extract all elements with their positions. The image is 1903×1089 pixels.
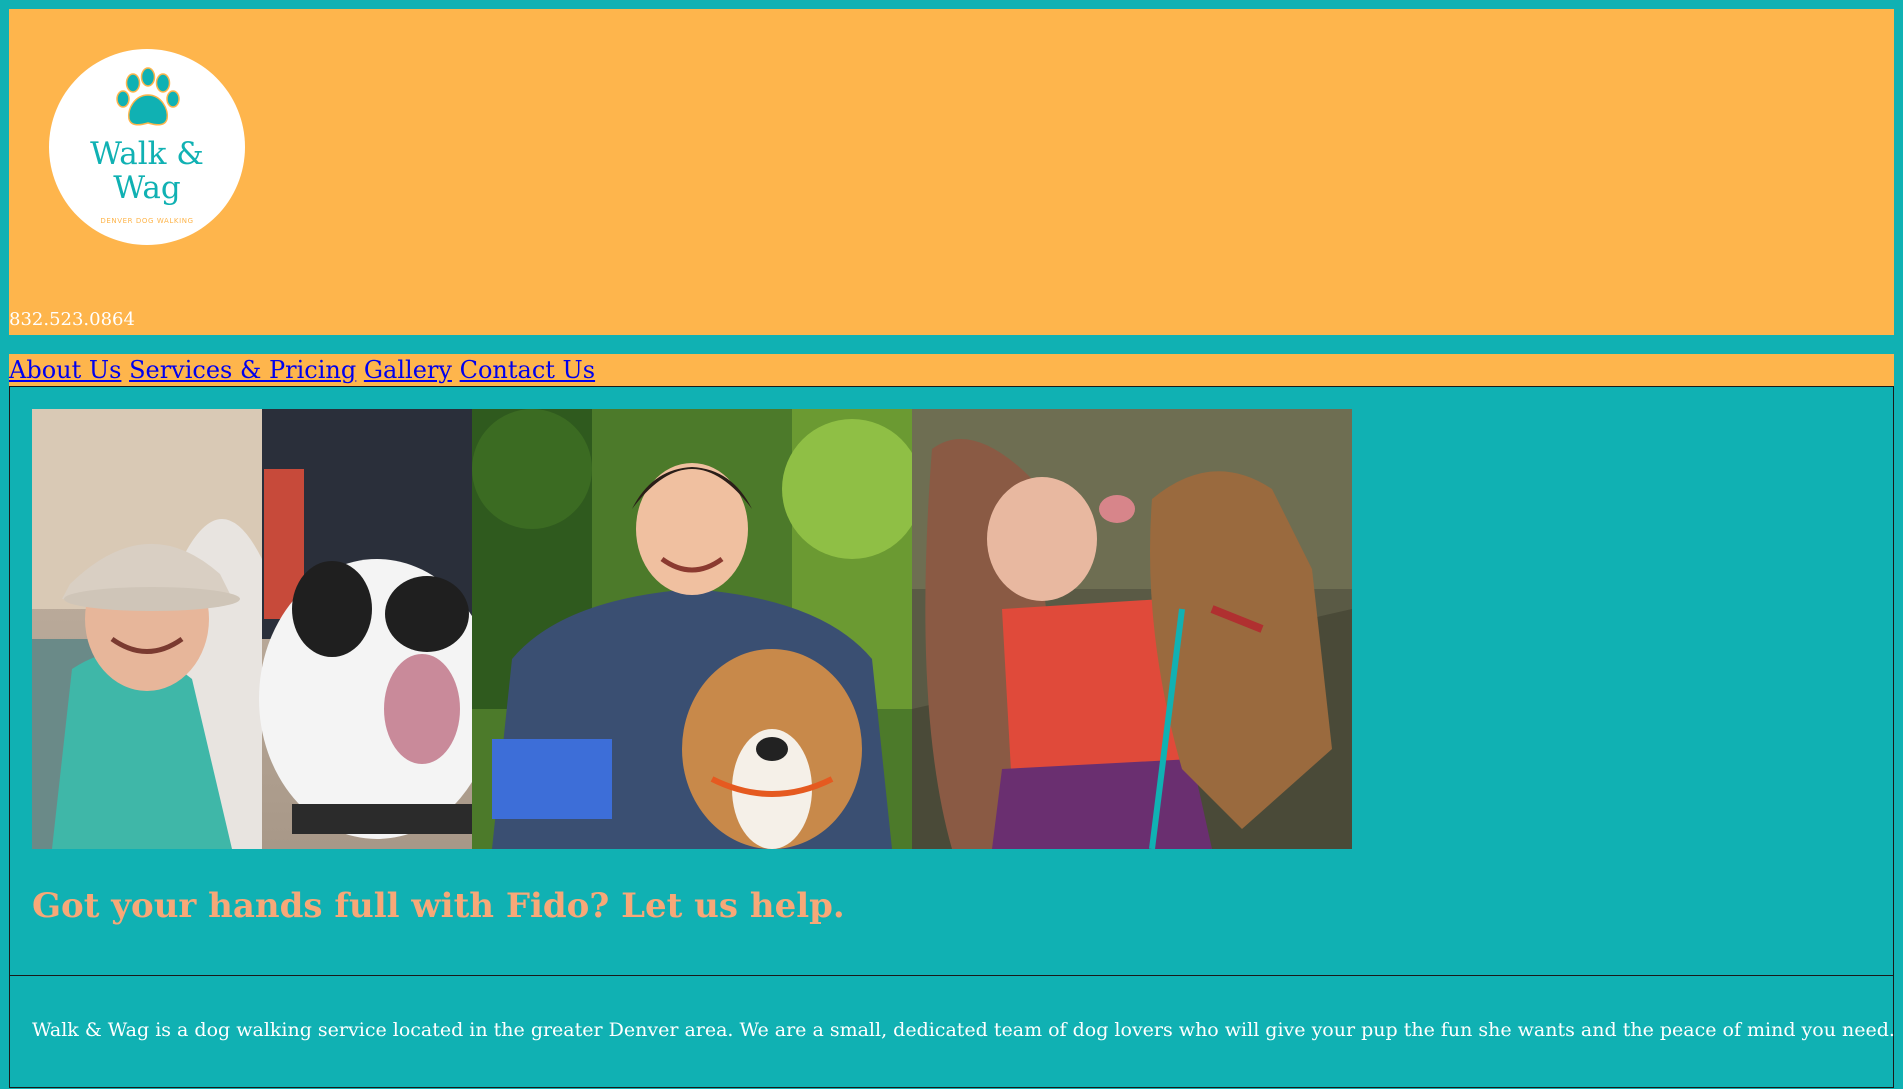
logo-title: Walk & Wag [90, 136, 204, 206]
about-section: Walk & Wag is a dog walking service loca… [9, 975, 1895, 1088]
hero-section: Got your hands full with Fido? Let us he… [9, 386, 1894, 976]
nav-about-us[interactable]: About Us [9, 356, 121, 384]
phone-number: 832.523.0864 [9, 309, 135, 330]
about-paragraph: Walk & Wag is a dog walking service loca… [32, 1019, 1895, 1041]
hero-photo-3 [912, 409, 1352, 849]
hero-tagline: Got your hands full with Fido? Let us he… [32, 886, 845, 926]
nav-services-pricing[interactable]: Services & Pricing [129, 356, 356, 384]
nav-contact-us[interactable]: Contact Us [460, 356, 595, 384]
logo[interactable]: Walk & Wag DENVER DOG WALKING [49, 49, 245, 245]
hero-photo-1 [32, 409, 472, 849]
site-header: Walk & Wag DENVER DOG WALKING 832.523.08… [9, 9, 1894, 335]
logo-tagline: DENVER DOG WALKING [100, 217, 194, 225]
hero-photo-strip [32, 409, 1352, 849]
hero-photo-2 [472, 409, 912, 849]
nav-gallery[interactable]: Gallery [364, 356, 452, 384]
paw-print-icon [116, 67, 180, 126]
main-nav: About Us Services & Pricing Gallery Cont… [9, 354, 1894, 386]
